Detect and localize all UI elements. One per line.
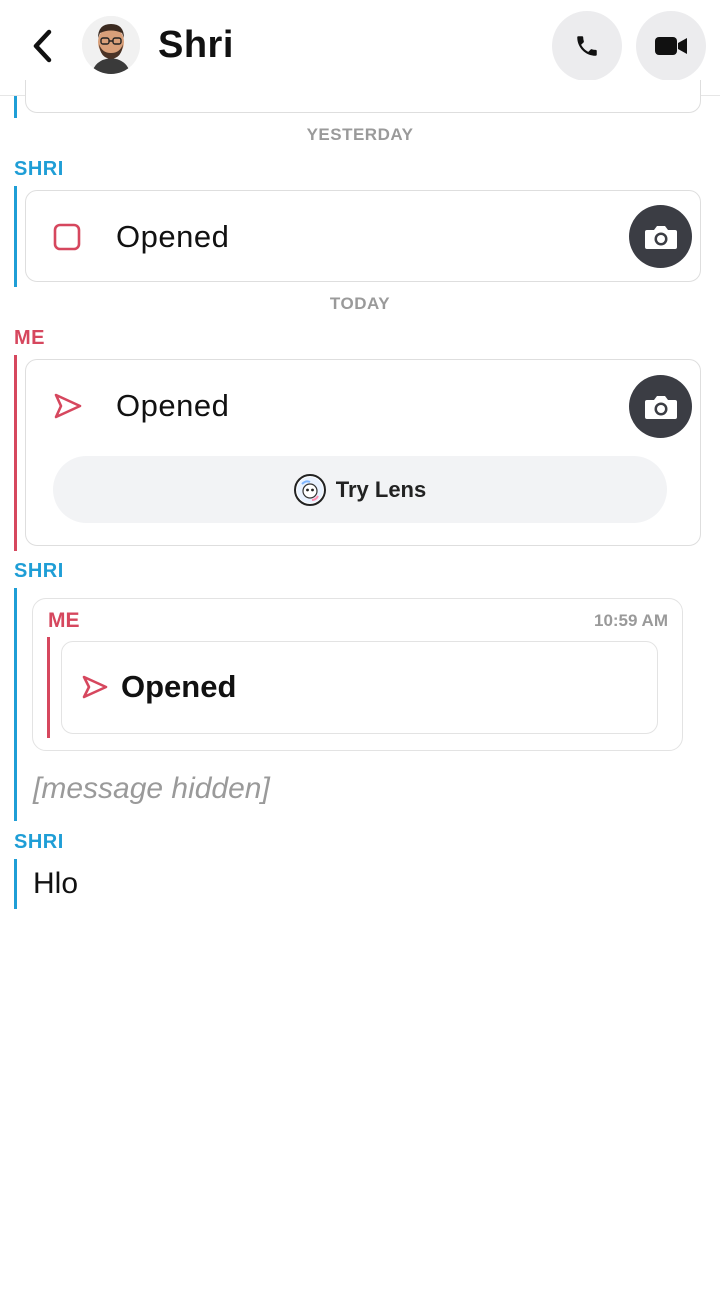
chat-message-text[interactable]: [message hidden]	[33, 772, 270, 806]
sender-rail	[14, 355, 17, 551]
call-button[interactable]	[552, 11, 622, 81]
video-camera-icon	[655, 37, 687, 55]
back-button[interactable]	[22, 26, 62, 66]
quoted-timestamp: 10:59 AM	[593, 611, 668, 630]
chat-title[interactable]: Shri	[158, 24, 234, 67]
avatar[interactable]	[82, 16, 140, 74]
quoted-snap-card: Opened	[61, 641, 658, 734]
try-lens-button[interactable]: Try Lens	[53, 456, 667, 523]
sender-label: SHRI	[14, 560, 64, 582]
snap-status: Opened	[116, 388, 230, 423]
opened-snap-square-icon	[53, 223, 81, 251]
date-divider: TODAY	[329, 294, 391, 313]
phone-icon	[577, 36, 597, 56]
sender-rail	[14, 96, 17, 118]
opened-snap-arrow-icon	[82, 675, 108, 699]
sender-label: SHRI	[14, 158, 64, 180]
snap-message-card[interactable]: Opened	[25, 190, 701, 282]
camera-icon	[644, 395, 677, 419]
previous-message-card[interactable]	[25, 80, 701, 113]
quoted-sender: ME	[48, 609, 80, 632]
sender-label: ME	[14, 327, 45, 349]
opened-snap-arrow-icon	[54, 393, 82, 419]
quoted-message[interactable]: ME 10:59 AM Opened	[32, 598, 683, 751]
sender-rail	[14, 588, 17, 821]
sender-rail	[14, 186, 17, 287]
lens-icon	[293, 473, 326, 506]
reply-camera-button[interactable]	[629, 205, 692, 268]
snap-status: Opened	[116, 219, 230, 254]
video-call-button[interactable]	[636, 11, 706, 81]
sender-label: SHRI	[14, 831, 64, 853]
chat-message-text[interactable]: Hlo	[33, 867, 78, 901]
quoted-snap-status: Opened	[121, 669, 237, 704]
bitmoji-avatar-icon	[82, 16, 140, 74]
date-divider: YESTERDAY	[306, 125, 414, 144]
chevron-left-icon	[33, 29, 52, 63]
reply-camera-button[interactable]	[629, 375, 692, 438]
quoted-rail	[47, 637, 50, 738]
try-lens-label: Try Lens	[335, 476, 427, 502]
sender-rail	[14, 859, 17, 909]
camera-icon	[644, 225, 677, 249]
